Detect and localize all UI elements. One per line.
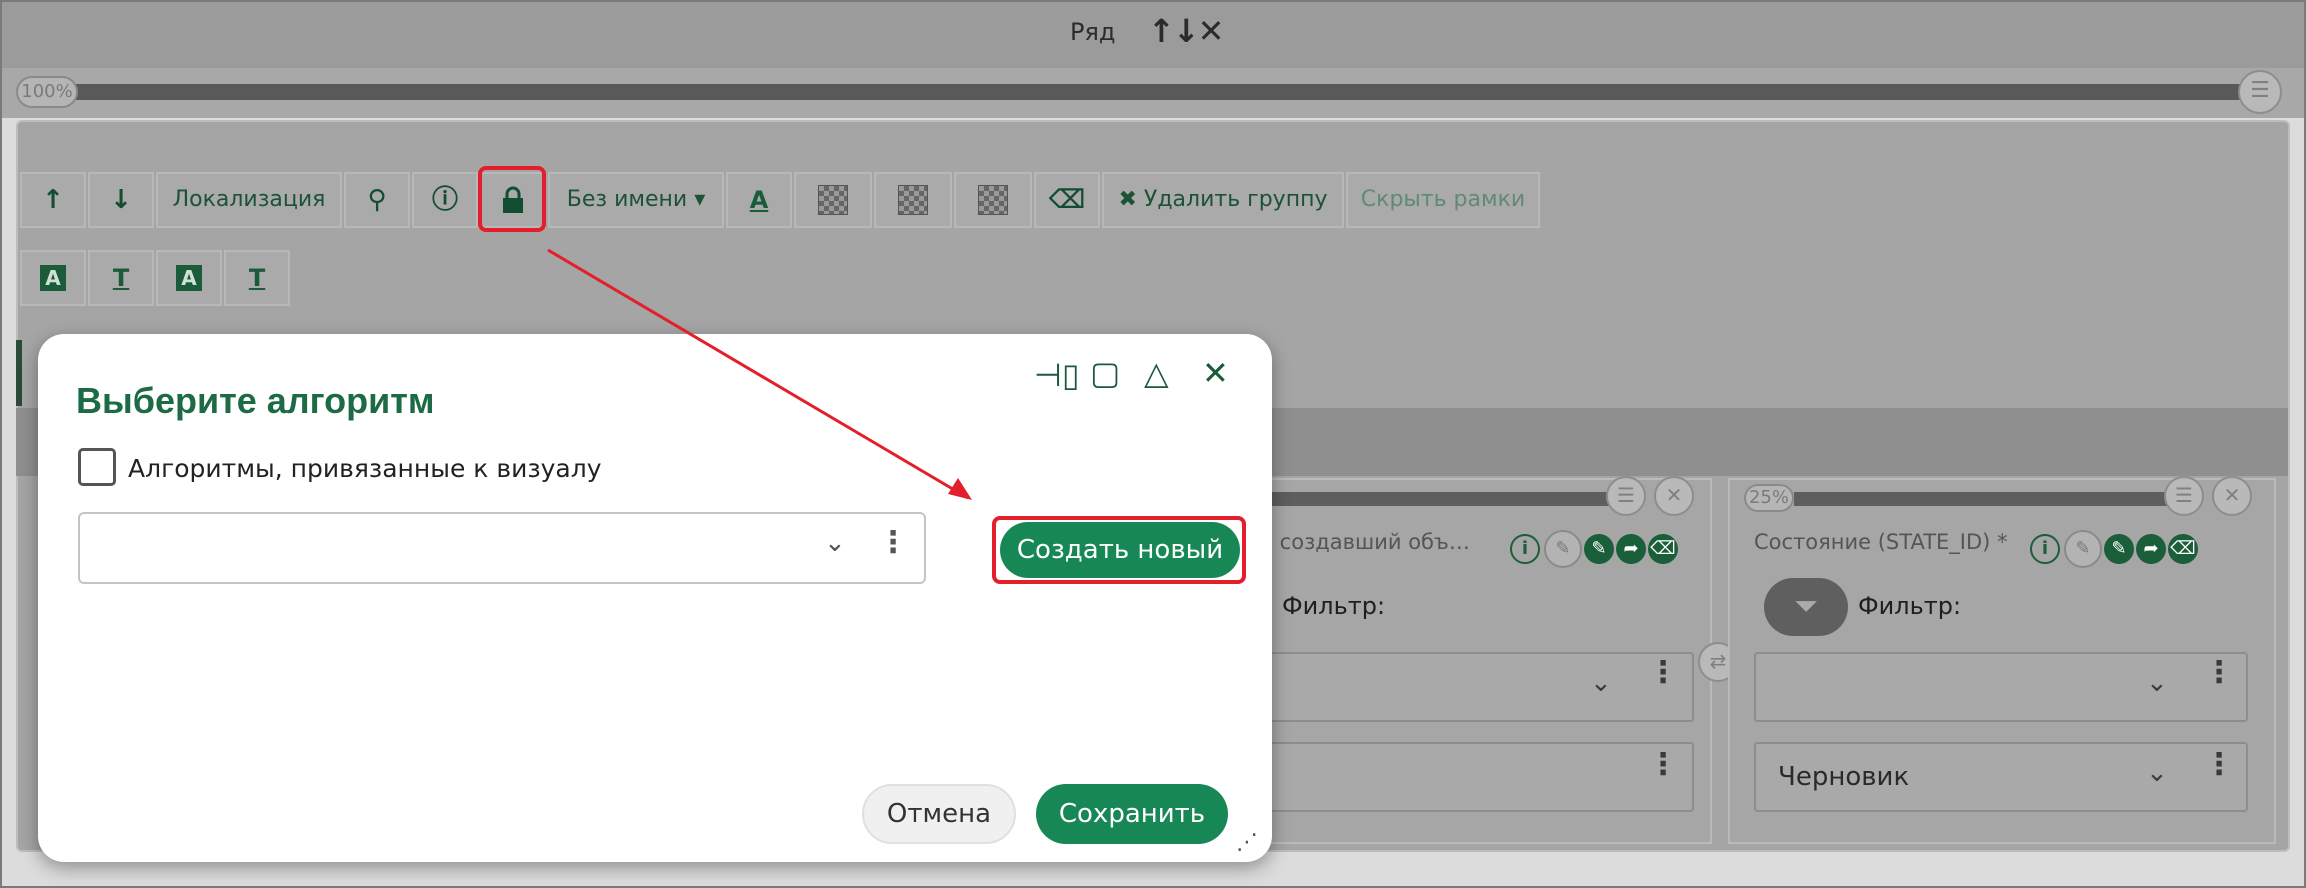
annotation-arrow: [547, 248, 972, 500]
